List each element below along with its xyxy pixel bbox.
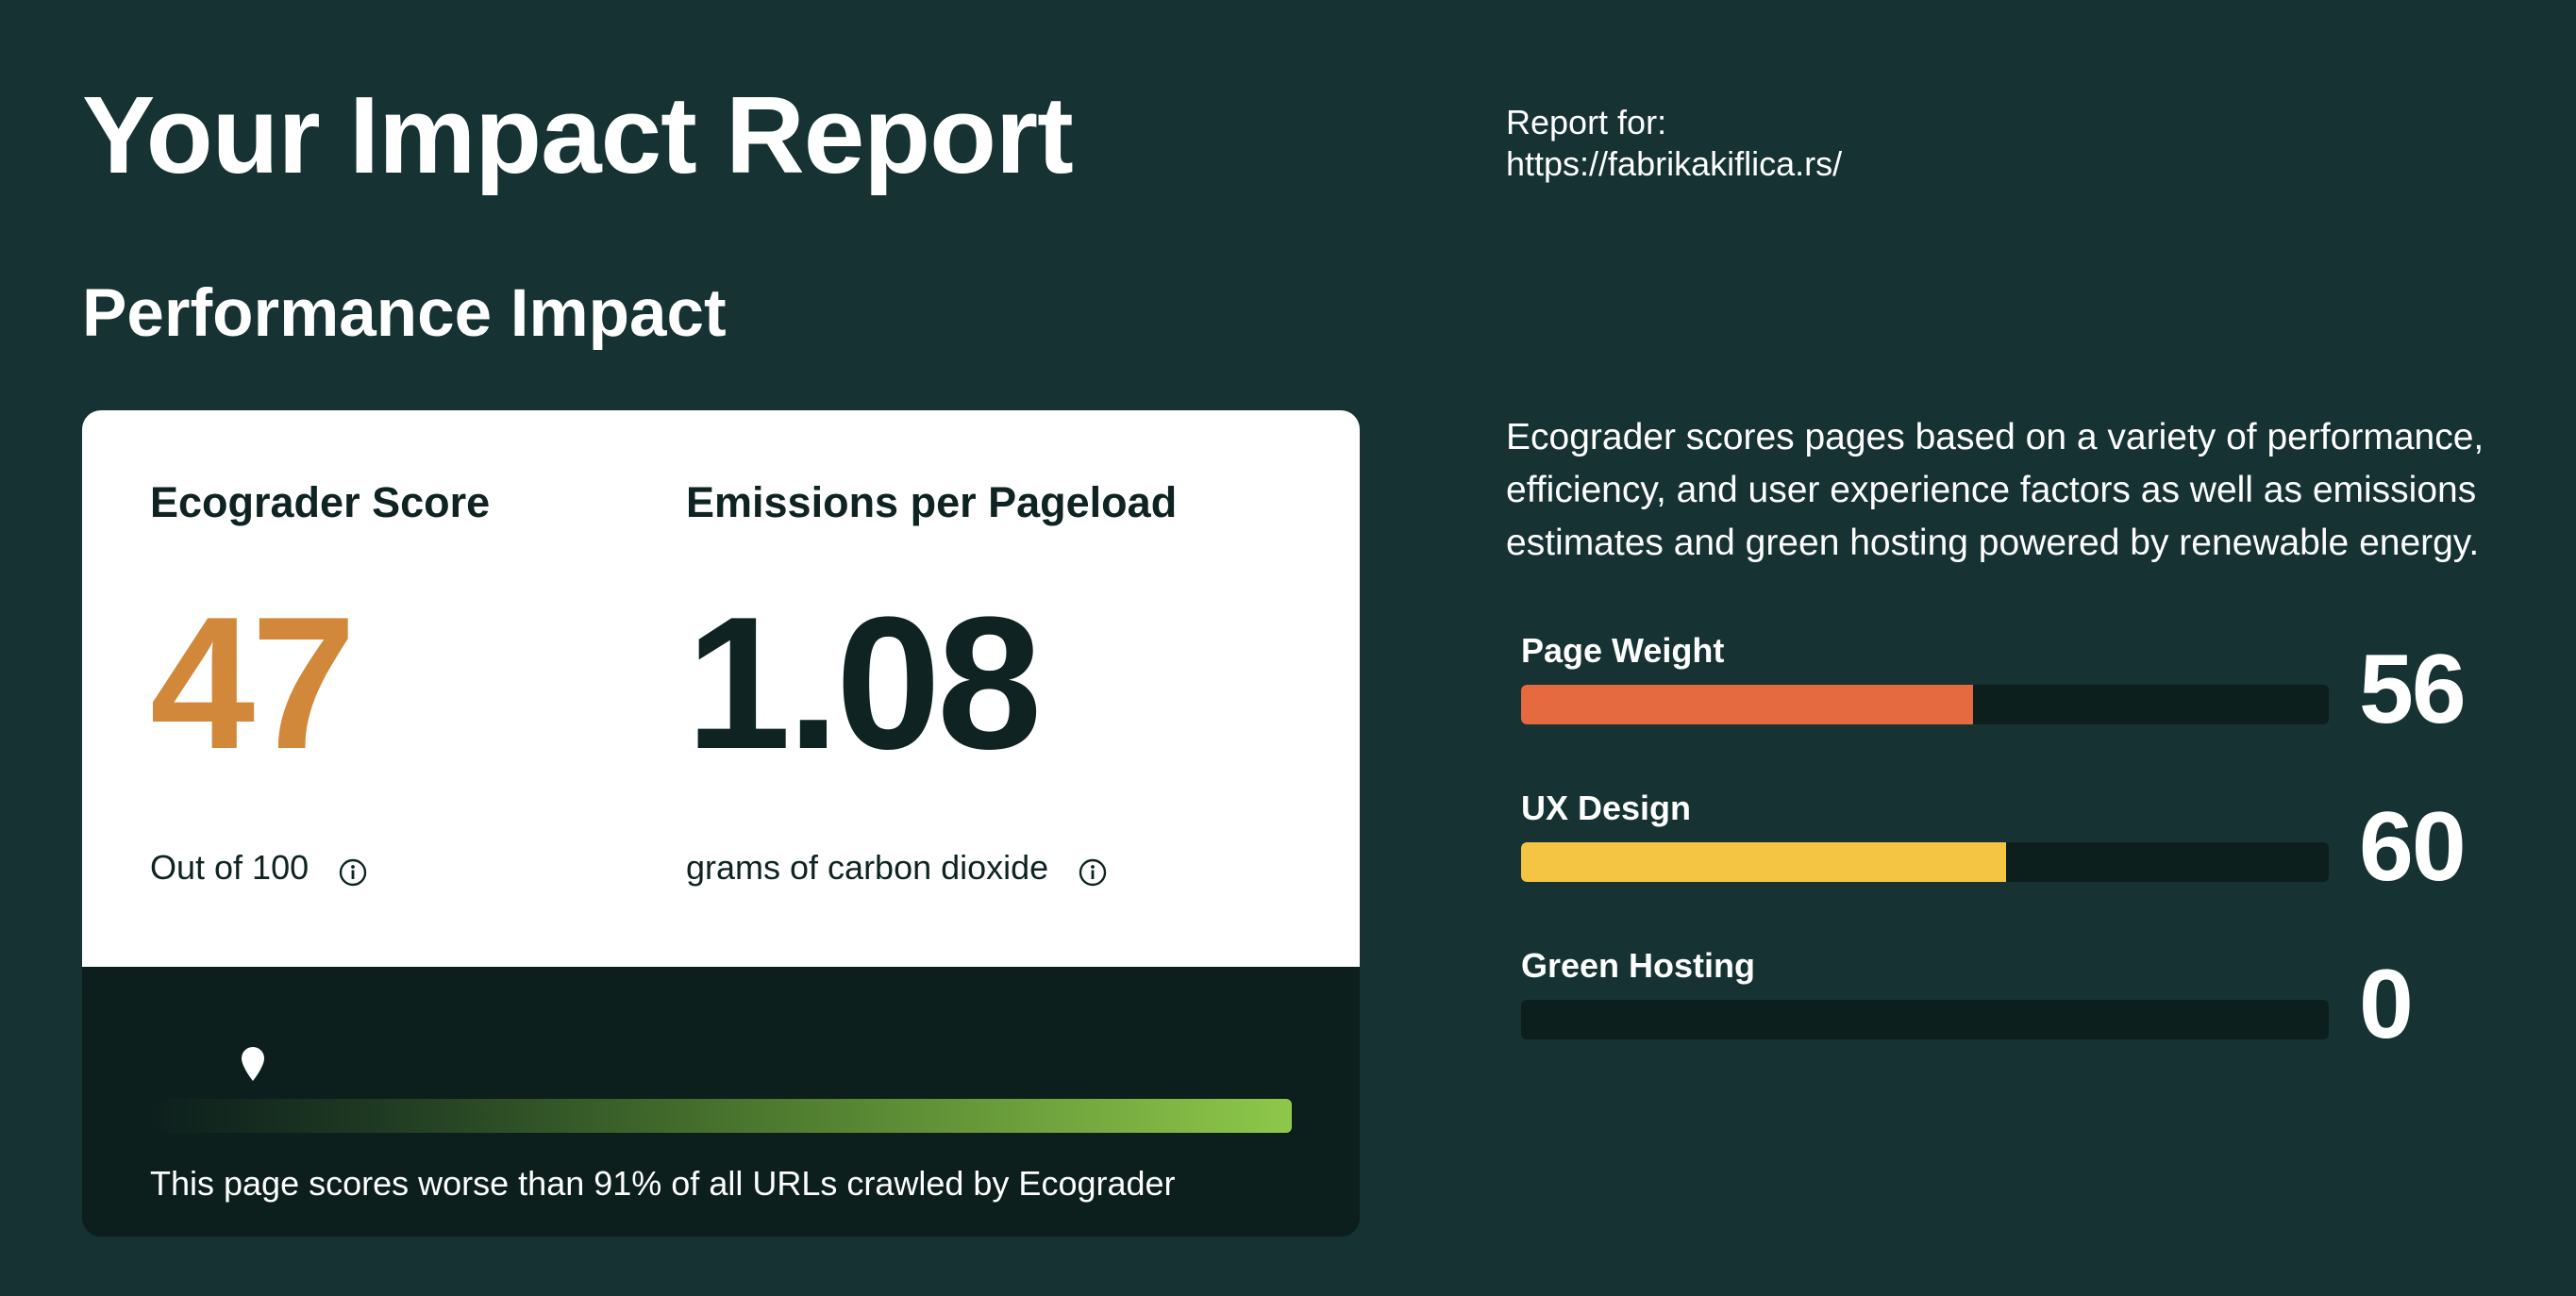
report-url[interactable]: https://fabrikakiflica.rs/ — [1506, 143, 1842, 185]
ecograder-score-label: Ecograder Score — [150, 478, 491, 526]
factor-value: 56 — [2359, 635, 2467, 744]
page-title: Your Impact Report — [82, 74, 1074, 196]
info-icon[interactable] — [339, 854, 367, 887]
factor-ux-design: UX Design 60 — [1521, 788, 2502, 920]
impact-report-page: Your Impact Report Report for: https://f… — [0, 0, 2576, 1296]
factor-label: UX Design — [1521, 789, 1692, 827]
score-card: Ecograder Score 47 Out of 100 Emissions … — [82, 410, 1360, 1237]
factor-track — [1521, 1000, 2329, 1039]
percentile-section: This page scores worse than 91% of all U… — [82, 967, 1360, 1237]
location-pin-icon — [240, 1046, 266, 1082]
emissions-label: Emissions per Pageload — [686, 478, 1178, 526]
emissions-value: 1.08 — [686, 578, 1042, 789]
factor-value: 60 — [2359, 792, 2467, 902]
report-for: Report for: https://fabrikakiflica.rs/ — [1506, 102, 1842, 185]
ecograder-score-caption-row: Out of 100 — [150, 846, 367, 889]
factor-label: Green Hosting — [1521, 946, 1756, 985]
factor-page-weight: Page Weight 56 — [1521, 630, 2502, 762]
emissions-caption-row: grams of carbon dioxide — [686, 846, 1107, 889]
factor-track — [1521, 842, 2329, 882]
ecograder-score-caption: Out of 100 — [150, 848, 309, 887]
factor-value: 0 — [2359, 950, 2414, 1059]
emissions-caption: grams of carbon dioxide — [686, 848, 1049, 887]
score-description: Ecograder scores pages based on a variet… — [1506, 417, 2484, 563]
factor-green-hosting: Green Hosting 0 — [1521, 945, 2502, 1077]
percentile-text: This page scores worse than 91% of all U… — [150, 1164, 1176, 1203]
info-icon[interactable] — [1079, 854, 1107, 887]
section-title: Performance Impact — [82, 276, 727, 351]
factor-track — [1521, 685, 2329, 724]
factor-label: Page Weight — [1521, 631, 1725, 670]
factor-fill — [1521, 842, 2006, 882]
report-for-label: Report for: — [1506, 103, 1667, 141]
percentile-gradient-bar — [150, 1099, 1292, 1133]
factor-fill — [1521, 685, 1974, 724]
ecograder-score-value: 47 — [150, 578, 356, 789]
score-card-metrics: Ecograder Score 47 Out of 100 Emissions … — [82, 410, 1360, 967]
